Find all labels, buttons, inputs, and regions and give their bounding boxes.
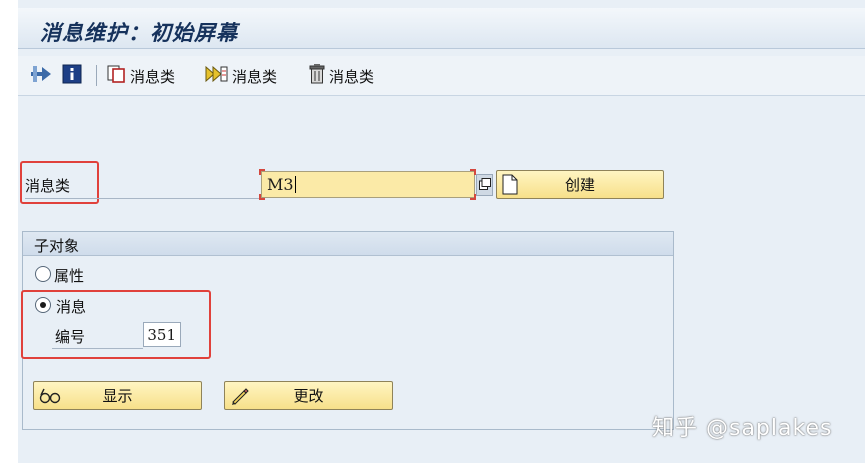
change-button-label: 更改: [293, 387, 324, 405]
required-corner: [259, 194, 265, 200]
application-toolbar: 消息类 消息类 消息类: [18, 56, 865, 96]
toolbar-separator: [96, 65, 97, 86]
rename-message-class-button[interactable]: 消息类: [205, 64, 277, 88]
message-class-input[interactable]: M3: [261, 171, 475, 198]
info-icon: [62, 64, 82, 88]
display-button-label: 显示: [102, 387, 133, 405]
required-corner: [259, 169, 265, 175]
change-button[interactable]: 更改: [224, 381, 393, 410]
message-class-value: M3: [267, 175, 294, 194]
value-help-icon: [478, 176, 491, 194]
attributes-radio[interactable]: [35, 266, 51, 282]
message-number-input[interactable]: 351: [143, 322, 181, 347]
copy-icon: [107, 64, 127, 88]
delete-message-class-button[interactable]: 消息类: [308, 64, 374, 88]
subobject-group-title: 子对象: [23, 232, 673, 256]
label-underline: [52, 348, 143, 349]
title-bar: 消息维护：初始屏幕: [18, 8, 865, 49]
screen-title: 消息维护：初始屏幕: [40, 20, 238, 45]
copy-button-label: 消息类: [130, 67, 176, 86]
create-button[interactable]: 创建: [496, 170, 664, 199]
delete-icon: [308, 64, 326, 88]
display-button[interactable]: 显示: [33, 381, 202, 410]
messages-radio[interactable]: [35, 297, 51, 313]
watermark: 知乎 @saplakes: [652, 416, 833, 441]
variant-arrow-icon: [30, 64, 52, 88]
copy-message-class-button[interactable]: 消息类: [107, 64, 175, 88]
messages-radio-label: 消息: [56, 298, 87, 316]
delete-button-label: 消息类: [329, 67, 375, 86]
rename-button-label: 消息类: [232, 67, 278, 86]
value-help-button[interactable]: [476, 174, 493, 196]
rename-icon: [205, 64, 229, 88]
info-button[interactable]: [62, 64, 82, 88]
variant-button[interactable]: [30, 64, 52, 88]
message-class-label: 消息类: [25, 177, 71, 195]
number-label: 编号: [55, 328, 86, 346]
attributes-radio-label: 属性: [54, 267, 85, 285]
label-underline: [25, 198, 261, 199]
text-caret: [294, 176, 296, 193]
create-button-label: 创建: [564, 176, 595, 194]
